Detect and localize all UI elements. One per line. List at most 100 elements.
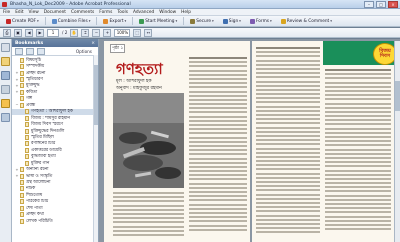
close-icon[interactable]: ×: [91, 41, 95, 46]
bookmark-icon: [20, 89, 24, 95]
comment-icon: [280, 18, 286, 24]
bookmark-icon: [25, 128, 29, 134]
bookmark-icon: [20, 192, 24, 198]
create-pdf-label: Create PDF: [12, 18, 37, 24]
create-pdf-icon: [6, 18, 11, 24]
save-icon[interactable]: ▣: [14, 28, 22, 37]
expand-toggle-icon[interactable]: −: [15, 103, 19, 107]
bookmarks-icon[interactable]: [1, 57, 10, 66]
document-scrollbar[interactable]: [394, 41, 400, 242]
comments-icon[interactable]: [1, 99, 10, 108]
menu-view[interactable]: View: [29, 10, 39, 15]
acrobat-icon: [2, 1, 7, 7]
text-column-1: [189, 57, 247, 233]
review-comment-label: Review & Comment: [286, 18, 330, 24]
author-byline: মূল : আশরাফুল হক: [116, 79, 152, 84]
combine-files-label: Combine Files: [57, 18, 88, 24]
expand-toggle-icon[interactable]: +: [15, 71, 19, 75]
chevron-down-icon: ▾: [37, 19, 39, 23]
expand-bookmark-icon[interactable]: [37, 47, 45, 55]
scrollbar-thumb[interactable]: [395, 81, 400, 111]
export-icon: [103, 18, 109, 24]
menu-window[interactable]: Window: [159, 10, 176, 15]
fit-page-icon[interactable]: ⬚: [133, 28, 142, 37]
navigation-panel-strip: [0, 39, 12, 242]
signatures-icon[interactable]: [1, 71, 10, 80]
expand-toggle-icon[interactable]: +: [15, 168, 19, 172]
sign-button[interactable]: Sign ▾: [220, 16, 244, 26]
bookmark-icon: [20, 57, 24, 63]
next-page-icon[interactable]: ▶: [36, 28, 44, 37]
maximize-button[interactable]: □: [376, 1, 386, 8]
bookmark-icon: [20, 186, 24, 192]
expand-toggle-icon[interactable]: +: [15, 78, 19, 82]
scrollbar-thumb[interactable]: [94, 65, 98, 125]
bookmark-icon: [20, 218, 24, 224]
bookmark-icon: [25, 109, 29, 115]
document-view[interactable]: পৃষ্ঠা ১ গণহত্যা মূল : আশরাফুল হক অনুবাদ…: [99, 39, 400, 242]
bookmark-icon: [20, 205, 24, 211]
previous-page-icon[interactable]: ◀: [25, 28, 33, 37]
zoom-out-icon[interactable]: −: [92, 28, 101, 37]
chevron-down-icon: ▾: [175, 19, 178, 23]
toolbar-separator: [183, 17, 185, 25]
window-title: Bhasha_N_Lok_Dec2009 - Adobe Acrobat Pro…: [10, 1, 131, 7]
secure-button[interactable]: Secure ▾: [187, 16, 217, 26]
menu-bar: File Edit View Document Comments Forms T…: [0, 9, 400, 16]
pages-icon[interactable]: [1, 43, 10, 52]
forms-button[interactable]: Forms ▾: [247, 16, 275, 26]
new-bookmark-icon[interactable]: [15, 47, 23, 55]
bookmark-icon: [20, 180, 24, 186]
page-label: পৃষ্ঠা ১: [110, 44, 126, 53]
start-meeting-button[interactable]: Start Meeting ▾: [136, 16, 180, 26]
expand-toggle-icon[interactable]: +: [15, 174, 19, 178]
bookmarks-scrollbar[interactable]: [93, 55, 98, 242]
select-tool-icon[interactable]: ⌶: [81, 28, 90, 37]
menu-document[interactable]: Document: [44, 10, 66, 15]
bookmark-icon: [25, 147, 29, 153]
export-button[interactable]: Export ▾: [100, 16, 129, 26]
zoom-in-icon[interactable]: +: [103, 28, 112, 37]
chevron-down-icon: ▾: [212, 19, 214, 23]
fit-width-icon[interactable]: ↔: [144, 28, 153, 37]
bookmark-icon: [20, 212, 24, 218]
review-comment-button[interactable]: Review & Comment ▾: [278, 16, 335, 26]
bookmark-icon: [20, 64, 24, 70]
page-number-input[interactable]: 1: [47, 28, 59, 37]
hand-tool-icon[interactable]: ✋: [70, 28, 79, 37]
zoom-select[interactable]: 100%: [114, 28, 131, 37]
page-total: / 2: [62, 30, 68, 35]
bookmark-icon: [20, 173, 24, 179]
title-bar: Bhasha_N_Lok_Dec2009 - Adobe Acrobat Pro…: [0, 0, 400, 9]
close-button[interactable]: ×: [388, 1, 398, 8]
menu-advanced[interactable]: Advanced: [133, 10, 154, 15]
layers-icon[interactable]: [1, 85, 10, 94]
print-icon[interactable]: ⎙: [3, 28, 11, 37]
create-pdf-button[interactable]: Create PDF ▾: [3, 16, 42, 26]
combine-files-button[interactable]: Combine Files ▾: [49, 16, 94, 26]
bookmarks-header: Bookmarks ×: [12, 39, 98, 47]
attachments-icon[interactable]: [1, 113, 10, 122]
menu-help[interactable]: Help: [181, 10, 191, 15]
chevron-down-icon: ▾: [330, 19, 333, 23]
menu-edit[interactable]: Edit: [15, 10, 23, 15]
delete-bookmark-icon[interactable]: [26, 47, 34, 55]
combine-files-icon: [51, 18, 57, 24]
chevron-down-icon: ▾: [270, 19, 272, 23]
menu-tools[interactable]: Tools: [117, 10, 128, 15]
menu-comments[interactable]: Comments: [71, 10, 94, 15]
bookmark-icon: [25, 154, 29, 160]
war-photograph: [113, 93, 184, 188]
expand-toggle-icon[interactable]: +: [15, 84, 19, 88]
minimize-button[interactable]: –: [364, 1, 374, 8]
lock-icon: [190, 18, 196, 24]
bookmarks-title: Bookmarks: [15, 40, 44, 46]
bookmark-item[interactable]: লেখক পরিচিতি: [12, 218, 98, 224]
bookmarks-options-button[interactable]: Options: [76, 49, 92, 54]
menu-file[interactable]: File: [3, 10, 10, 15]
chevron-down-icon: ▾: [88, 19, 91, 23]
translator-byline: অনুবাদ : মাহফুজুর রহমান: [116, 86, 162, 91]
expand-toggle-icon[interactable]: +: [15, 90, 19, 94]
menu-forms[interactable]: Forms: [99, 10, 112, 15]
forms-icon: [249, 18, 255, 24]
